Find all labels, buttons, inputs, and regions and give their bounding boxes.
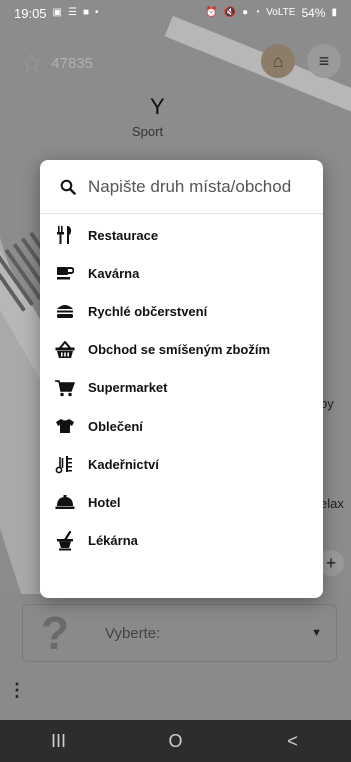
wifi-icon: ◔ [254, 7, 261, 18]
list-item-label: Lékárna [88, 533, 138, 549]
gallery-icon: ▣ [52, 7, 62, 18]
map-side-label: elax [320, 496, 344, 511]
list-item-hotel[interactable]: Hotel [40, 483, 323, 521]
list-item-label: Rychlé občerstvení [88, 303, 208, 319]
list-item-kadernictvi[interactable]: Kadeřnictví [40, 445, 323, 483]
system-navigation-bar: III O < [0, 720, 351, 762]
list-item-lekarna[interactable]: Lékárna [40, 522, 323, 560]
list-item-rychle-obcerstveni[interactable]: Rychlé občerstvení [40, 292, 323, 330]
search-input[interactable] [88, 176, 307, 197]
coffee-cup-icon [54, 262, 76, 284]
location-icon: ● [242, 7, 249, 18]
cocktail-glass-icon: Y [150, 94, 165, 119]
score-value: 47835 [51, 55, 94, 72]
home-button[interactable]: O [146, 720, 206, 762]
place-type-list: Restaurace Kavárna Rychlé občerstvení Ob… [40, 214, 323, 560]
list-item-kavarna[interactable]: Kavárna [40, 254, 323, 292]
shopping-basket-icon [54, 339, 76, 361]
dropdown-caret-icon: ▼ [311, 627, 322, 639]
place-type-dialog: Restaurace Kavárna Rychlé občerstvení [40, 160, 323, 598]
recent-apps-button[interactable]: III [29, 720, 89, 762]
list-item-label: Obchod se smíšeným zbožím [88, 342, 271, 358]
dot-icon: • [95, 7, 99, 18]
list-item-obleceni[interactable]: Oblečení [40, 407, 323, 445]
map-poi-label: Sport [132, 124, 164, 139]
score-display: ☆ 47835 [20, 48, 93, 79]
question-mark-icon: ? [41, 607, 70, 659]
scissors-icon [54, 453, 76, 475]
recent-apps-icon: III [50, 730, 66, 751]
list-item-label: Kadeřnictví [88, 456, 159, 472]
back-button[interactable]: < [263, 720, 323, 762]
battery-text: 54% [301, 6, 326, 20]
mortar-pestle-icon [54, 530, 76, 552]
map-controls: ⌂ ≡ [261, 44, 341, 78]
tshirt-icon [54, 415, 76, 437]
list-item-supermarket[interactable]: Supermarket [40, 369, 323, 407]
more-options-icon[interactable]: ⋮ [8, 680, 26, 701]
list-item-label: Hotel [88, 494, 121, 510]
list-item-label: Kavárna [88, 265, 140, 281]
plus-icon: + [325, 552, 337, 573]
search-row [40, 160, 323, 214]
burger-icon [54, 300, 76, 322]
mute-icon: 🔇 [223, 7, 237, 18]
hamburger-icon: ≡ [318, 50, 330, 71]
bell-icon [54, 491, 76, 513]
back-icon: < [287, 730, 298, 751]
list-item-label: Oblečení [88, 418, 143, 434]
shop-icon: ⌂ [272, 50, 284, 71]
list-item-label: Restaurace [88, 227, 159, 243]
list-item-label: Supermarket [88, 380, 168, 396]
signal-icon: VoLTE [266, 7, 296, 18]
star-icon: ☆ [20, 48, 44, 78]
select-value: Vyberte: [105, 624, 161, 642]
list-item-obchod[interactable]: Obchod se smíšeným zbožím [40, 331, 323, 369]
fork-knife-icon [54, 224, 76, 246]
status-bar: 19:05 ▣ ☰ ■ • ⏰ 🔇 ● ◔ VoLTE 54% ▮ [0, 0, 351, 26]
bottom-panel: ? Vyberte: ▼ ⋮ [0, 594, 351, 720]
search-icon [58, 177, 78, 197]
menu-button[interactable]: ≡ [307, 44, 341, 78]
list-icon: ☰ [68, 7, 77, 18]
shop-button[interactable]: ⌂ [261, 44, 295, 78]
home-icon: O [168, 730, 183, 751]
shopping-cart-icon [54, 377, 76, 399]
status-time: 19:05 [14, 5, 47, 21]
notification-icon: ■ [82, 7, 90, 18]
battery-icon: ▮ [331, 7, 337, 18]
category-select[interactable]: ? Vyberte: ▼ [22, 604, 337, 662]
list-item-restaurace[interactable]: Restaurace [40, 216, 323, 254]
alarm-icon: ⏰ [205, 7, 218, 18]
